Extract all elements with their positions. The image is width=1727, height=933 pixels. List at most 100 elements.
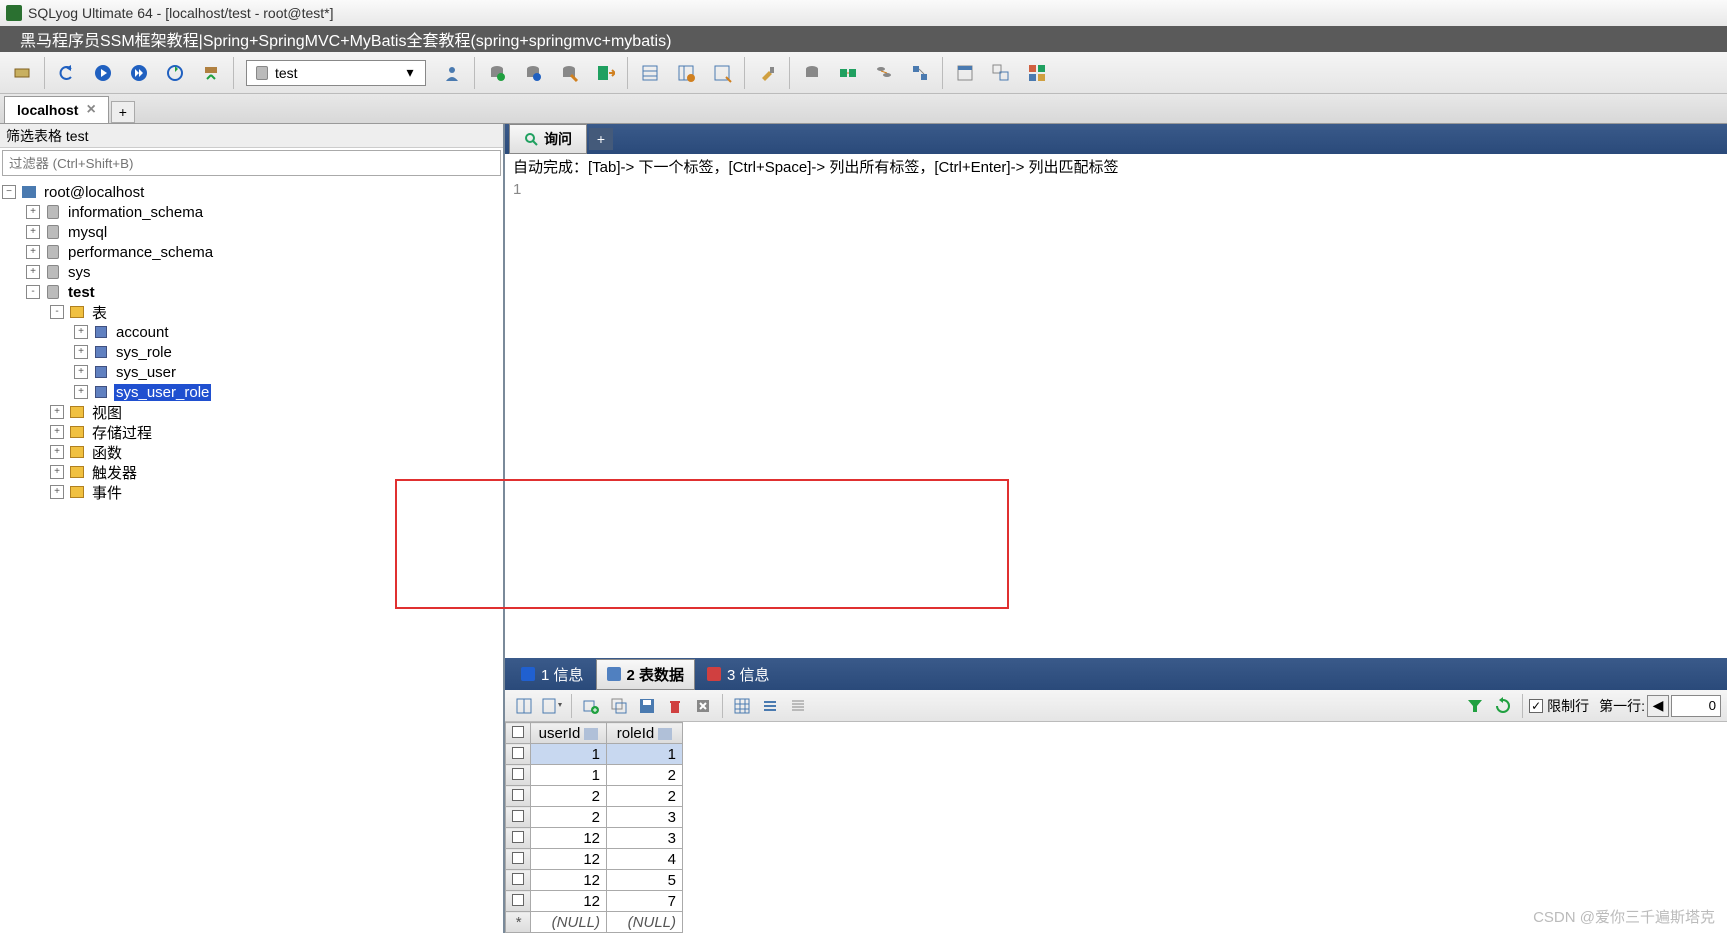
form-view-button[interactable] <box>757 693 783 719</box>
table-row[interactable]: 12 <box>506 765 683 786</box>
window-tool-3[interactable] <box>1021 57 1053 89</box>
table-row[interactable]: 23 <box>506 807 683 828</box>
add-row-button[interactable] <box>578 693 604 719</box>
table-row-new[interactable]: *(NULL)(NULL) <box>506 912 683 933</box>
connection-tab-label: localhost <box>17 102 78 118</box>
db-compare-3[interactable] <box>868 57 900 89</box>
execute-all-button[interactable] <box>123 57 155 89</box>
sql-editor[interactable]: 1 <box>505 178 1727 658</box>
row-checkbox[interactable] <box>506 744 531 765</box>
tree-db[interactable]: +mysql <box>2 222 501 242</box>
tree-table[interactable]: +sys_role <box>2 342 501 362</box>
database-selector[interactable]: test ▾ <box>246 60 426 86</box>
table-row[interactable]: 123 <box>506 828 683 849</box>
line-number: 1 <box>513 181 525 198</box>
grid-tool-1[interactable] <box>634 57 666 89</box>
toolbar-separator <box>789 57 790 89</box>
row-checkbox[interactable] <box>506 828 531 849</box>
schema-tool[interactable] <box>904 57 936 89</box>
user-button[interactable] <box>436 57 468 89</box>
tree-table[interactable]: +account <box>2 322 501 342</box>
db-tool-2[interactable] <box>517 57 549 89</box>
filter-input[interactable] <box>3 151 500 175</box>
editor-hint: 自动完成：[Tab]-> 下一个标签，[Ctrl+Space]-> 列出所有标签… <box>505 154 1727 178</box>
table-data-toolbar: ✓ 限制行 第一行: ◀ <box>505 690 1727 722</box>
duplicate-row-button[interactable] <box>606 693 632 719</box>
result-tab-info3[interactable]: 3 信息 <box>697 660 780 689</box>
first-row-input[interactable] <box>1671 695 1721 717</box>
table-row[interactable]: 125 <box>506 870 683 891</box>
tree-db[interactable]: +information_schema <box>2 202 501 222</box>
tree-db-test[interactable]: -test <box>2 282 501 302</box>
window-tool-2[interactable] <box>985 57 1017 89</box>
toolbar-separator <box>1522 694 1523 718</box>
subtitle-text: 黑马程序员SSM框架教程|Spring+SpringMVC+MyBatis全套教… <box>20 27 671 51</box>
tree-folder[interactable]: +视图 <box>2 402 501 422</box>
row-checkbox[interactable] <box>506 849 531 870</box>
grid-tool-2[interactable] <box>670 57 702 89</box>
grid-view-button[interactable] <box>729 693 755 719</box>
tree-table-selected[interactable]: +sys_user_role <box>2 382 501 402</box>
save-button[interactable] <box>634 693 660 719</box>
video-subtitle-bar: 黑马程序员SSM框架教程|Spring+SpringMVC+MyBatis全套教… <box>0 26 1727 52</box>
grid-tool-3[interactable] <box>706 57 738 89</box>
new-connection-button[interactable] <box>6 57 38 89</box>
tree-folder[interactable]: +事件 <box>2 482 501 502</box>
table-row[interactable]: 127 <box>506 891 683 912</box>
tree-table[interactable]: +sys_user <box>2 362 501 382</box>
refresh-data-button[interactable] <box>1490 693 1516 719</box>
tree-db[interactable]: +performance_schema <box>2 242 501 262</box>
table-row[interactable]: 124 <box>506 849 683 870</box>
toolbar-separator <box>474 57 475 89</box>
cancel-button[interactable] <box>690 693 716 719</box>
execute-button[interactable] <box>87 57 119 89</box>
window-tool-1[interactable] <box>949 57 981 89</box>
result-tab-data[interactable]: 2 表数据 <box>596 659 696 690</box>
refresh-button[interactable] <box>159 57 191 89</box>
export-button[interactable] <box>589 57 621 89</box>
tree-folder[interactable]: +函数 <box>2 442 501 462</box>
select-all-checkbox[interactable] <box>506 723 531 744</box>
column-header-userid[interactable]: userId <box>531 723 607 744</box>
watermark: CSDN @爱你三千遍斯塔克 <box>1533 906 1715 927</box>
table-row[interactable]: 11 <box>506 744 683 765</box>
insert-row-dropdown[interactable] <box>539 693 565 719</box>
sync-button[interactable] <box>195 57 227 89</box>
toolbar-separator <box>571 694 572 718</box>
delete-row-button[interactable] <box>662 693 688 719</box>
text-view-button[interactable] <box>785 693 811 719</box>
info-icon <box>707 667 721 681</box>
column-header-roleid[interactable]: roleId <box>607 723 683 744</box>
row-checkbox[interactable] <box>506 870 531 891</box>
db-tool-1[interactable] <box>481 57 513 89</box>
undo-button[interactable] <box>51 57 83 89</box>
object-tree[interactable]: − root@localhost +information_schema +my… <box>0 178 503 933</box>
row-checkbox[interactable] <box>506 786 531 807</box>
tree-folder-tables[interactable]: -表 <box>2 302 501 322</box>
insert-row-button[interactable] <box>511 693 537 719</box>
close-icon[interactable]: × <box>86 101 95 119</box>
db-compare-1[interactable] <box>796 57 828 89</box>
db-compare-2[interactable] <box>832 57 864 89</box>
table-row[interactable]: 22 <box>506 786 683 807</box>
tree-folder[interactable]: +触发器 <box>2 462 501 482</box>
filter-button[interactable] <box>1462 693 1488 719</box>
prev-page-button[interactable]: ◀ <box>1647 695 1669 717</box>
db-tool-3[interactable] <box>553 57 585 89</box>
sort-icon <box>658 728 672 740</box>
connection-tab-localhost[interactable]: localhost × <box>4 96 109 123</box>
tree-root[interactable]: − root@localhost <box>2 182 501 202</box>
tree-db[interactable]: +sys <box>2 262 501 282</box>
data-grid[interactable]: userId roleId 11 12 22 23 123 124 125 12… <box>505 722 1727 933</box>
brush-button[interactable] <box>751 57 783 89</box>
tree-folder[interactable]: +存储过程 <box>2 422 501 442</box>
main-area: 筛选表格 test − root@localhost +information_… <box>0 124 1727 933</box>
row-checkbox[interactable] <box>506 891 531 912</box>
row-checkbox[interactable] <box>506 765 531 786</box>
add-connection-button[interactable]: + <box>111 101 135 123</box>
add-query-tab-button[interactable]: + <box>589 128 613 150</box>
result-tab-info[interactable]: 1 信息 <box>511 660 594 689</box>
limit-rows-checkbox[interactable]: ✓ 限制行 <box>1529 696 1589 716</box>
query-tab[interactable]: 询问 <box>509 124 587 154</box>
row-checkbox[interactable] <box>506 807 531 828</box>
